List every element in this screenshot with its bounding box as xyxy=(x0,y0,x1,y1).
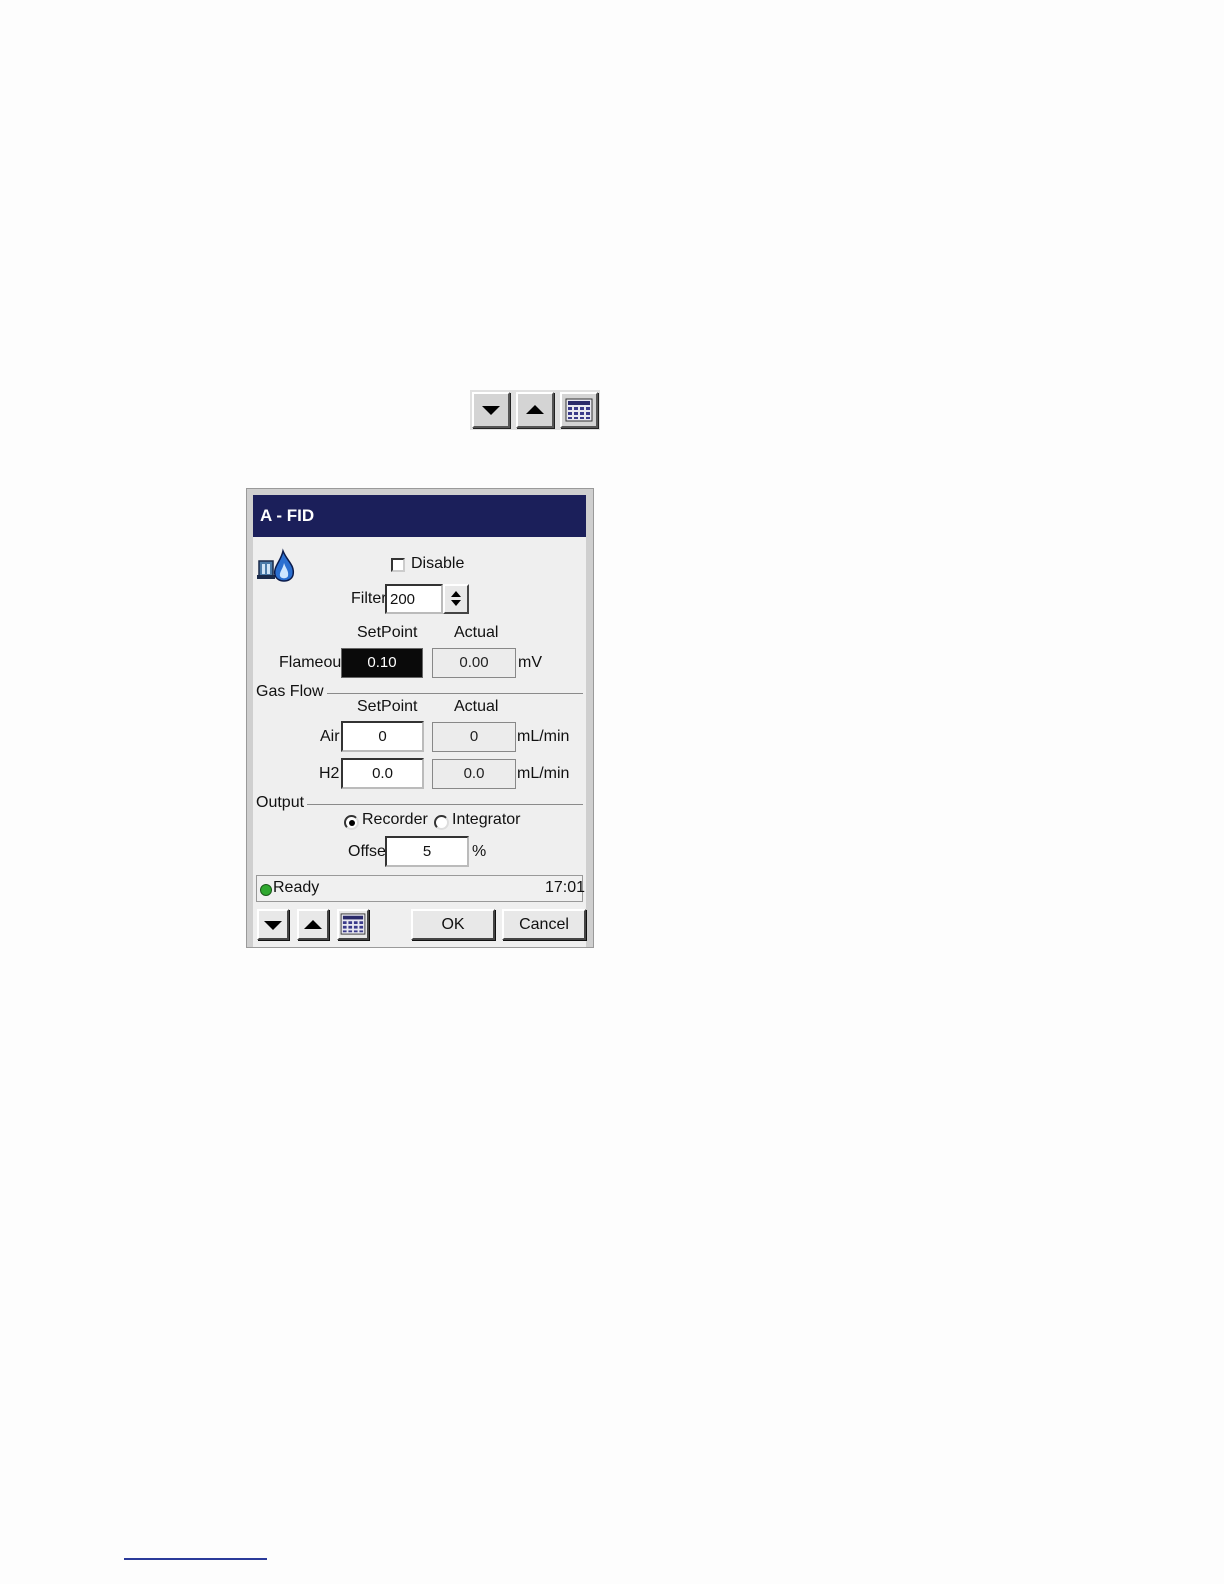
gas-flow-section-label: Gas Flow xyxy=(256,683,324,700)
fid-dialog: A - FID Disable Filter 200 SetPoint Actu… xyxy=(246,488,594,948)
integrator-label: Integrator xyxy=(452,811,521,828)
flameout-setpoint-input[interactable]: 0.10 xyxy=(341,648,423,678)
spinner-icon xyxy=(451,591,461,606)
arrow-down-icon xyxy=(264,921,282,930)
offset-unit: % xyxy=(472,843,487,860)
flame-detector-icon xyxy=(257,548,295,582)
air-label: Air xyxy=(320,728,340,745)
keypad-button[interactable] xyxy=(560,392,598,428)
h2-actual-value: 0.0 xyxy=(432,759,516,789)
air-unit: mL/min xyxy=(517,728,570,745)
air-setpoint-input[interactable]: 0 xyxy=(341,721,424,752)
disable-label: Disable xyxy=(411,555,465,572)
flameout-actual-value: 0.00 xyxy=(432,648,516,678)
scroll-down-button[interactable] xyxy=(472,392,510,428)
disable-checkbox[interactable] xyxy=(391,558,405,572)
arrow-up-icon xyxy=(304,920,322,929)
status-bar: Ready 17:01 xyxy=(256,875,586,902)
flameout-label: Flameout xyxy=(279,654,346,671)
keypad-icon xyxy=(565,398,593,422)
radio-selected-dot xyxy=(349,820,355,826)
status-indicator-icon xyxy=(260,884,272,896)
air-actual-value: 0 xyxy=(432,722,516,752)
output-section-label: Output xyxy=(256,794,305,811)
dialog-body: A - FID Disable Filter 200 SetPoint Actu… xyxy=(253,495,586,947)
h2-setpoint-input[interactable]: 0.0 xyxy=(341,758,424,789)
toolbar xyxy=(470,390,600,430)
output-divider xyxy=(307,804,583,805)
recorder-radio[interactable] xyxy=(344,815,359,830)
status-time: 17:01 xyxy=(545,879,586,896)
gas-setpoint-header: SetPoint xyxy=(357,698,418,715)
recorder-label: Recorder xyxy=(362,811,428,828)
gas-actual-header: Actual xyxy=(454,698,499,715)
h2-label: H2 xyxy=(319,765,340,782)
offset-input[interactable]: 5 xyxy=(385,836,469,867)
footnote-rule xyxy=(124,1558,267,1560)
bottom-keypad-button[interactable] xyxy=(337,909,369,940)
arrow-up-icon xyxy=(526,405,544,414)
bottom-scroll-up-button[interactable] xyxy=(297,909,329,940)
filter-spinner[interactable] xyxy=(443,584,469,614)
cancel-button[interactable]: Cancel xyxy=(502,909,586,940)
keypad-icon xyxy=(340,913,366,935)
integrator-radio[interactable] xyxy=(434,815,449,830)
actual-header: Actual xyxy=(454,624,499,641)
ok-button[interactable]: OK xyxy=(411,909,495,940)
setpoint-header: SetPoint xyxy=(357,624,418,641)
filter-input[interactable]: 200 xyxy=(385,584,443,614)
flameout-unit: mV xyxy=(518,654,542,671)
bottom-scroll-down-button[interactable] xyxy=(257,909,289,940)
arrow-down-icon xyxy=(482,406,500,415)
filter-label: Filter xyxy=(351,590,387,607)
h2-unit: mL/min xyxy=(517,765,570,782)
status-text: Ready xyxy=(273,879,320,896)
dialog-title: A - FID xyxy=(253,495,586,537)
scroll-up-button[interactable] xyxy=(516,392,554,428)
gas-flow-divider xyxy=(327,693,583,694)
